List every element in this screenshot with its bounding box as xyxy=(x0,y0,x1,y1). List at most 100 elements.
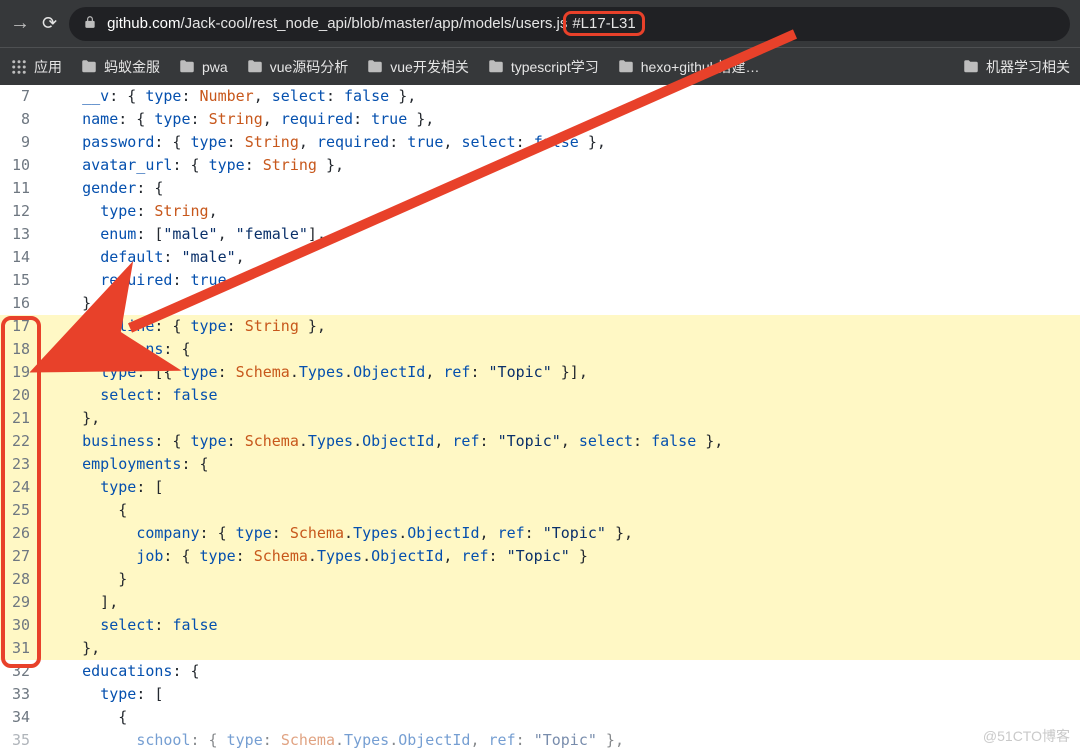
code-line-highlighted[interactable]: 27 job: { type: Schema.Types.ObjectId, r… xyxy=(0,545,1080,568)
code-src: } xyxy=(46,568,127,591)
line-number[interactable]: 23 xyxy=(0,453,46,476)
code-line[interactable]: 8 name: { type: String, required: true }… xyxy=(0,108,1080,131)
forward-icon[interactable]: → xyxy=(10,12,30,35)
line-number[interactable]: 33 xyxy=(0,683,46,706)
line-number[interactable]: 31 xyxy=(0,637,46,660)
apps-button[interactable]: 应用 xyxy=(10,57,62,77)
code-line[interactable]: 16 }, xyxy=(0,292,1080,315)
code-line-highlighted[interactable]: 21 }, xyxy=(0,407,1080,430)
line-number[interactable]: 29 xyxy=(0,591,46,614)
line-number[interactable]: 9 xyxy=(0,131,46,154)
code-line-highlighted[interactable]: 31 }, xyxy=(0,637,1080,660)
line-number[interactable]: 25 xyxy=(0,499,46,522)
code-src: headline: { type: String }, xyxy=(46,315,326,338)
code-src: type: [ xyxy=(46,683,163,706)
code-line-highlighted[interactable]: 19 type: [{ type: Schema.Types.ObjectId,… xyxy=(0,361,1080,384)
line-number[interactable]: 26 xyxy=(0,522,46,545)
line-number[interactable]: 13 xyxy=(0,223,46,246)
code-src: company: { type: Schema.Types.ObjectId, … xyxy=(46,522,633,545)
code-src: locations: { xyxy=(46,338,191,361)
folder-icon xyxy=(487,58,505,76)
bookmark-label: typescript学习 xyxy=(511,57,599,77)
line-number[interactable]: 18 xyxy=(0,338,46,361)
code-line-highlighted[interactable]: 20 select: false xyxy=(0,384,1080,407)
line-number[interactable]: 34 xyxy=(0,706,46,729)
code-src: type: [ xyxy=(46,476,163,499)
bookmark-folder[interactable]: hexo+github搭建… xyxy=(617,57,760,77)
code-line[interactable]: 33 type: [ xyxy=(0,683,1080,706)
code-src: ], xyxy=(46,591,118,614)
code-viewer: 7 __v: { type: Number, select: false }, … xyxy=(0,85,1080,752)
padlock-icon xyxy=(83,15,97,32)
folder-icon xyxy=(962,58,980,76)
url-input[interactable]: github.com/Jack-cool/rest_node_api/blob/… xyxy=(69,7,1070,41)
code-src: school: { type: Schema.Types.ObjectId, r… xyxy=(46,729,624,752)
bookmark-folder[interactable]: vue开发相关 xyxy=(366,57,469,77)
code-src: }, xyxy=(46,637,100,660)
line-number[interactable]: 35 xyxy=(0,729,46,752)
folder-icon xyxy=(178,58,196,76)
line-number[interactable]: 14 xyxy=(0,246,46,269)
code-line[interactable]: 14 default: "male", xyxy=(0,246,1080,269)
code-src: { xyxy=(46,706,127,729)
bookmark-label: 机器学习相关 xyxy=(986,57,1070,77)
bookmark-folder[interactable]: vue源码分析 xyxy=(246,57,349,77)
line-number[interactable]: 30 xyxy=(0,614,46,637)
line-number[interactable]: 15 xyxy=(0,269,46,292)
line-number[interactable]: 20 xyxy=(0,384,46,407)
code-line-highlighted[interactable]: 26 company: { type: Schema.Types.ObjectI… xyxy=(0,522,1080,545)
bookmark-folder[interactable]: pwa xyxy=(178,58,228,76)
url-fragment-highlight: #L17-L31 xyxy=(563,11,644,36)
bookmark-label: vue源码分析 xyxy=(270,57,349,77)
code-src: select: false xyxy=(46,384,218,407)
line-number[interactable]: 7 xyxy=(0,85,46,108)
reload-icon[interactable]: ⟳ xyxy=(42,13,57,34)
line-number[interactable]: 32 xyxy=(0,660,46,683)
bookmark-folder[interactable]: 机器学习相关 xyxy=(962,57,1070,77)
code-line[interactable]: 34 { xyxy=(0,706,1080,729)
line-number[interactable]: 22 xyxy=(0,430,46,453)
bookmark-folder[interactable]: 蚂蚁金服 xyxy=(80,57,160,77)
line-number[interactable]: 24 xyxy=(0,476,46,499)
line-number[interactable]: 28 xyxy=(0,568,46,591)
code-line[interactable]: 10 avatar_url: { type: String }, xyxy=(0,154,1080,177)
line-number[interactable]: 21 xyxy=(0,407,46,430)
code-line-highlighted[interactable]: 25 { xyxy=(0,499,1080,522)
bookmark-label: vue开发相关 xyxy=(390,57,469,77)
code-line[interactable]: 32 educations: { xyxy=(0,660,1080,683)
folder-icon xyxy=(617,58,635,76)
code-line[interactable]: 7 __v: { type: Number, select: false }, xyxy=(0,85,1080,108)
code-src: business: { type: Schema.Types.ObjectId,… xyxy=(46,430,723,453)
code-line[interactable]: 12 type: String, xyxy=(0,200,1080,223)
line-number[interactable]: 11 xyxy=(0,177,46,200)
bookmark-folder[interactable]: typescript学习 xyxy=(487,57,599,77)
bookmark-label: hexo+github搭建… xyxy=(641,57,760,77)
bookmark-label: 蚂蚁金服 xyxy=(104,57,160,77)
code-line[interactable]: 11 gender: { xyxy=(0,177,1080,200)
code-line-highlighted[interactable]: 30 select: false xyxy=(0,614,1080,637)
code-line-highlighted[interactable]: 24 type: [ xyxy=(0,476,1080,499)
line-number[interactable]: 16 xyxy=(0,292,46,315)
line-number[interactable]: 12 xyxy=(0,200,46,223)
code-line-highlighted[interactable]: 22 business: { type: Schema.Types.Object… xyxy=(0,430,1080,453)
code-line[interactable]: 35 school: { type: Schema.Types.ObjectId… xyxy=(0,729,1080,752)
code-line-highlighted[interactable]: 29 ], xyxy=(0,591,1080,614)
code-line-highlighted[interactable]: 28 } xyxy=(0,568,1080,591)
line-number[interactable]: 8 xyxy=(0,108,46,131)
code-line-highlighted[interactable]: 17 headline: { type: String }, xyxy=(0,315,1080,338)
folder-icon xyxy=(366,58,384,76)
line-number[interactable]: 19 xyxy=(0,361,46,384)
code-line[interactable]: 13 enum: ["male", "female"], xyxy=(0,223,1080,246)
code-line[interactable]: 9 password: { type: String, required: tr… xyxy=(0,131,1080,154)
browser-address-bar: → ⟳ github.com/Jack-cool/rest_node_api/b… xyxy=(0,0,1080,47)
code-line[interactable]: 15 required: true xyxy=(0,269,1080,292)
code-src: default: "male", xyxy=(46,246,245,269)
line-number[interactable]: 17 xyxy=(0,315,46,338)
line-number[interactable]: 10 xyxy=(0,154,46,177)
code-src: }, xyxy=(46,407,100,430)
code-line-highlighted[interactable]: 18 locations: { xyxy=(0,338,1080,361)
code-src: __v: { type: Number, select: false }, xyxy=(46,85,416,108)
code-line-highlighted[interactable]: 23 employments: { xyxy=(0,453,1080,476)
line-number[interactable]: 27 xyxy=(0,545,46,568)
bookmark-label: pwa xyxy=(202,59,228,75)
